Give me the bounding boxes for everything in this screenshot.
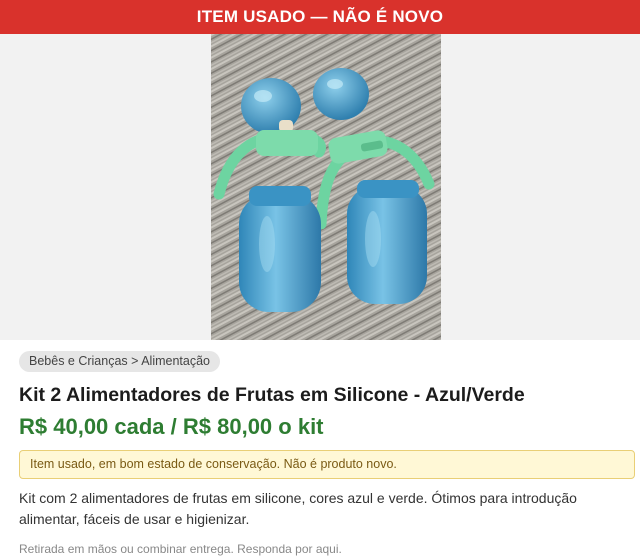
photo-area bbox=[0, 34, 640, 340]
pickup-note: Retirada em mãos ou combinar entrega. Re… bbox=[19, 542, 342, 556]
listing-title: Kit 2 Alimentadores de Frutas em Silicon… bbox=[19, 384, 525, 406]
listing-description: Kit com 2 alimentadores de frutas em sil… bbox=[19, 490, 577, 527]
used-condition-notice: Item usado, em bom estado de conservação… bbox=[19, 450, 635, 479]
product-photo-image bbox=[211, 34, 441, 340]
listing-price: R$ 40,00 cada / R$ 80,00 o kit bbox=[19, 414, 324, 439]
used-item-banner: ITEM USADO — NÃO É NOVO bbox=[0, 0, 640, 34]
product-photo[interactable] bbox=[211, 34, 441, 340]
category-breadcrumb[interactable]: Bebês e Crianças > Alimentação bbox=[19, 351, 221, 372]
